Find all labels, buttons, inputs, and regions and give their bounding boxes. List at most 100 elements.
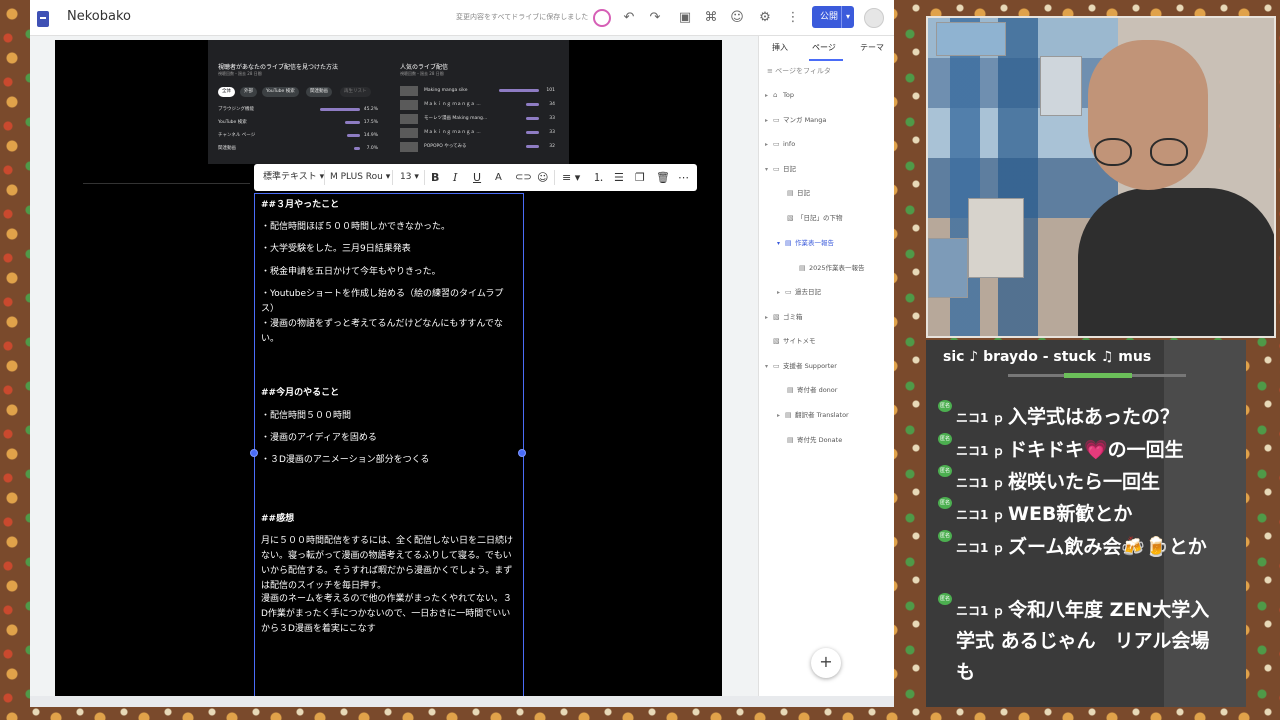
- page-tree-item[interactable]: ▧ 「日記」の下物: [779, 212, 843, 224]
- paragraph[interactable]: ・配信時間５００時間: [261, 409, 517, 424]
- link-icon[interactable]: ⌘: [702, 9, 720, 27]
- poster: [936, 22, 1006, 56]
- paragraph[interactable]: ・Youtubeショートを作成し始める（絵の練習のタイムラプス） ・漫画の物語を…: [261, 287, 517, 347]
- paragraph[interactable]: ・税金申請を五日かけて今年もやりきった。: [261, 265, 517, 280]
- share-user-icon[interactable]: ☺: [728, 9, 746, 27]
- page-tree-item[interactable]: ▤ 寄付者 donor: [779, 384, 837, 396]
- traffic-source-bar: [344, 121, 360, 124]
- toolbar-separator: [392, 170, 393, 185]
- traffic-source-bar: [346, 134, 360, 137]
- font-size-dropdown[interactable]: 13 ▾: [400, 164, 419, 191]
- redo-icon[interactable]: ↷: [646, 9, 664, 27]
- glasses-left-lens: [1094, 138, 1132, 166]
- chevron-right-icon[interactable]: ▸: [765, 90, 773, 102]
- paragraph[interactable]: ・３D漫画のアニメーション部分をつくる: [261, 453, 517, 468]
- page-tree-label: 作業表一報告: [795, 239, 834, 247]
- bold-icon[interactable]: B: [431, 164, 439, 191]
- numbered-list-icon[interactable]: ⒈: [593, 164, 604, 191]
- publish-button[interactable]: 公開: [812, 6, 854, 28]
- doc-icon: ▤: [785, 239, 792, 247]
- toolbar-separator: [424, 170, 425, 185]
- tab-themes[interactable]: テーマ: [860, 42, 884, 53]
- page-tree-item[interactable]: ▸ ▭ マンガ Manga: [765, 114, 826, 126]
- toolbar-separator: [324, 170, 325, 185]
- italic-icon[interactable]: I: [453, 164, 457, 191]
- page-tree-item[interactable]: ▤ 2025作業表一報告: [791, 262, 865, 274]
- page-tree-label: ゴミ箱: [783, 313, 803, 321]
- site-title[interactable]: Nekobako: [67, 9, 131, 24]
- paragraph[interactable]: ・配信時間ほぼ５００時間しかできなかった。: [261, 220, 517, 235]
- live-views-bar: [525, 103, 539, 106]
- now-playing-ticker: sic ♪ braydo - stuck ♫ mus: [943, 349, 1152, 365]
- page-tree-label: 支援者 Supporter: [783, 362, 837, 370]
- page-tree-item[interactable]: ▸ ▭ 過去日記: [777, 286, 821, 298]
- heading-march-done[interactable]: ##３月やったこと: [261, 198, 517, 213]
- page-tree-item[interactable]: ▸ ▭ info: [765, 138, 795, 150]
- chevron-right-icon[interactable]: ▸: [765, 139, 773, 151]
- tab-pages[interactable]: ページ: [812, 42, 836, 53]
- more-vert-icon[interactable]: ⋮: [784, 9, 802, 27]
- page-canvas[interactable]: 視聴者があなたのライブ配信を見つけた方法 視聴回数・過去 28 日間 全体 外部…: [55, 40, 722, 697]
- page-tree-item[interactable]: ▸ ▤ 翻訳者 Translator: [777, 409, 849, 421]
- text-color-icon[interactable]: A: [495, 164, 502, 191]
- chat-username: ニコ1 ｐ: [956, 411, 1005, 425]
- chip-youtube-search: YouTube 検索: [262, 87, 299, 97]
- resize-handle-left[interactable]: [250, 449, 258, 457]
- page-tree-label: 寄付者 donor: [797, 386, 838, 394]
- account-avatar[interactable]: [864, 8, 884, 28]
- chevron-right-icon[interactable]: ▸: [777, 410, 785, 422]
- page-tree-label: 「日記」の下物: [797, 214, 843, 222]
- color-picker-icon[interactable]: [593, 9, 611, 27]
- insert-link-icon[interactable]: ⊂⊃: [515, 164, 532, 191]
- live-thumbnail: [400, 114, 418, 124]
- chevron-right-icon[interactable]: ▸: [765, 312, 773, 324]
- page-tree-item[interactable]: ▾ ▭ 日記: [765, 163, 796, 175]
- tab-insert[interactable]: 挿入: [772, 42, 788, 53]
- paragraph[interactable]: 月に５００時間配信をするには、全く配信しない日を二日続けない。寝っ転がって漫画の…: [261, 534, 517, 594]
- page-tree-label: 2025作業表一報告: [809, 264, 865, 272]
- emoji-icon[interactable]: ☺: [537, 164, 548, 191]
- chat-user-badge: 匿名: [938, 593, 952, 605]
- delete-icon[interactable]: 🗑: [656, 164, 670, 191]
- sites-logo-icon[interactable]: [37, 11, 49, 27]
- chevron-down-icon[interactable]: ▾: [765, 164, 773, 176]
- text-box[interactable]: ##３月やったこと ・配信時間ほぼ５００時間しかできなかった。 ・大学受験をした…: [250, 193, 526, 697]
- undo-icon[interactable]: ↶: [620, 9, 638, 27]
- chevron-right-icon[interactable]: ▸: [765, 115, 773, 127]
- settings-gear-icon[interactable]: ⚙: [756, 9, 774, 27]
- heading-impressions[interactable]: ##感想: [261, 512, 517, 527]
- traffic-source-pct: 45.2%: [363, 107, 378, 112]
- chevron-right-icon[interactable]: ▸: [777, 287, 785, 299]
- font-family-dropdown[interactable]: M PLUS Rou ▾: [330, 164, 390, 191]
- page-tree-item[interactable]: ▾ ▤ 作業表一報告: [777, 237, 834, 249]
- bulleted-list-icon[interactable]: ☰: [614, 164, 624, 191]
- paragraph[interactable]: 漫画のネームを考えるので他の作業がまったくやれてない。３D作業がまったく手につか…: [261, 592, 517, 637]
- page-tree-item[interactable]: ▸ ▧ ゴミ箱: [765, 311, 803, 323]
- page-tree-item[interactable]: ▤ 日記: [779, 187, 810, 199]
- page-filter[interactable]: ≡ ページをフィルタ: [767, 66, 831, 76]
- align-dropdown-icon[interactable]: ≡ ▾: [562, 164, 580, 191]
- live-stream-row: モーレツ漫画 Making mang... 33: [400, 113, 555, 125]
- chat-message: 令和八年度 ZEN大学入学式 あるじゃん リアル会場も: [956, 599, 1210, 683]
- chevron-down-icon[interactable]: ▾: [765, 361, 773, 373]
- pages-panel: 挿入 ページ テーマ ≡ ページをフィルタ ▸ ⌂ Top ▸ ▭ マンガ Manga ▸ ▭…: [758, 36, 894, 696]
- page-tree-item[interactable]: ▧ サイトメモ: [765, 335, 816, 347]
- add-page-button[interactable]: +: [811, 648, 841, 678]
- duplicate-icon[interactable]: ❐: [635, 164, 645, 191]
- chevron-down-icon[interactable]: ▾: [777, 238, 785, 250]
- page-tree-item[interactable]: ▤ 寄付先 Donate: [779, 434, 842, 446]
- heading-this-month[interactable]: ##今月のやること: [261, 386, 517, 401]
- paragraph[interactable]: ・漫画のアイディアを固める: [261, 431, 517, 446]
- analytics-embed-image[interactable]: 視聴者があなたのライブ配信を見つけた方法 視聴回数・過去 28 日間 全体 外部…: [208, 40, 569, 164]
- more-options-icon[interactable]: ⋯: [678, 164, 689, 191]
- paragraph-style-dropdown[interactable]: 標準テキスト ▾: [263, 164, 324, 191]
- chat-message: 入学式はあったの？: [1008, 406, 1180, 428]
- paragraph[interactable]: ・大学受験をした。三月9日結果発表: [261, 242, 517, 257]
- traffic-source-row: ブラウジング機能 45.2%: [218, 105, 378, 114]
- page-tree-item[interactable]: ▸ ⌂ Top: [765, 89, 794, 101]
- preview-icon[interactable]: ▣: [676, 9, 694, 27]
- underline-icon[interactable]: U: [473, 164, 481, 191]
- page-tree-item[interactable]: ▾ ▭ 支援者 Supporter: [765, 360, 837, 372]
- live-views-count: 101: [546, 88, 555, 93]
- resize-handle-right[interactable]: [518, 449, 526, 457]
